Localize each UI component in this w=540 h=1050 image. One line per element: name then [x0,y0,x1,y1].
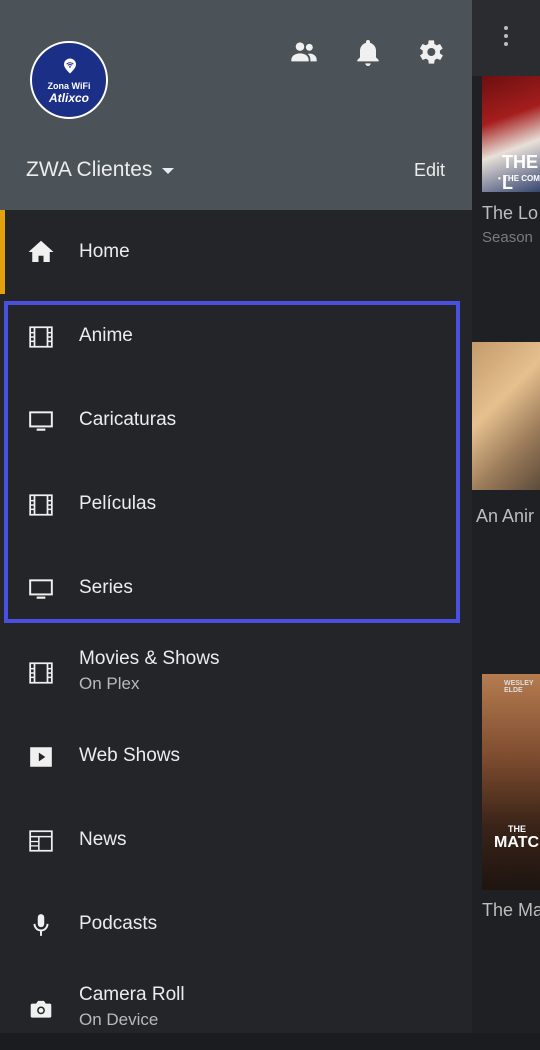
film-icon [29,494,53,516]
bell-icon[interactable] [352,36,384,68]
nav-item-sublabel: On Plex [79,674,140,693]
card-title: The Ma [482,900,540,920]
nav-item-label: Camera Roll [79,984,185,1005]
film-icon [29,326,53,348]
poster-title-text: MATCH [494,834,540,851]
account-switcher[interactable]: ZWA Clientes [26,158,175,182]
nav-item-label: Anime [79,325,133,346]
card-title: The Lo [482,203,539,223]
nav-item-home[interactable]: Home [0,210,472,294]
microphone-icon [33,914,49,936]
poster-subtitle-text: • THE COMP [498,174,540,183]
nav-item-movies-shows[interactable]: Movies & Shows On Plex [0,630,472,714]
edit-button[interactable]: Edit [414,160,445,181]
film-icon [29,662,53,684]
account-logo[interactable]: Zona WiFi Atlixco [30,41,108,119]
camera-icon [30,1000,52,1018]
nav-item-podcasts[interactable]: Podcasts [0,882,472,966]
nav-item-caricaturas[interactable]: Caricaturas [0,378,472,462]
nav-item-sublabel: On Device [79,1010,159,1029]
home-icon [28,240,54,262]
background-library: THE L • THE COMP The Lo Season An Anir W… [472,0,540,1033]
nav-item-label: Series [79,577,133,598]
nav-item-web-shows[interactable]: Web Shows [0,714,472,798]
logo-text-line2: Atlixco [48,91,89,105]
nav-item-camera-roll[interactable]: Camera Roll On Device [0,966,472,1050]
nav-item-label: Podcasts [79,913,158,934]
navigation-drawer: Zona WiFi Atlixco ZWA Clientes Edit Home… [0,0,472,1033]
tv-icon [29,411,53,431]
poster-card[interactable]: WESLEY ELDE THE MATCH [482,674,540,890]
more-options-icon[interactable] [504,26,510,50]
nav-item-label: News [79,829,127,850]
poster-card[interactable] [472,342,540,490]
poster-title-text: THE [508,824,526,834]
nav-item-label: Movies & Shows [79,648,220,669]
nav-item-series[interactable]: Series [0,546,472,630]
poster-credit-text: WESLEY ELDE [504,680,534,694]
background-toolbar [472,0,540,76]
play-box-icon [30,747,52,767]
nav-item-anime[interactable]: Anime [0,294,472,378]
nav-item-peliculas[interactable]: Películas [0,462,472,546]
poster-title-text: THE L [502,152,538,193]
card-subtitle: Season [482,229,533,246]
people-icon[interactable] [288,36,320,68]
logo-text-line1: Zona WiFi [47,81,91,91]
card-title: An Anir [476,506,535,526]
drawer-header: Zona WiFi Atlixco ZWA Clientes Edit [0,0,472,210]
nav-item-news[interactable]: News [0,798,472,882]
nav-item-label: Caricaturas [79,409,177,430]
wifi-icon [64,58,76,74]
nav-item-label: Películas [79,493,157,514]
nav-item-label: Home [79,241,130,262]
dropdown-caret-icon [162,168,175,174]
gear-icon[interactable] [414,36,446,68]
account-name: ZWA Clientes [26,158,153,181]
nav-item-label: Web Shows [79,745,181,766]
poster-card[interactable]: THE L • THE COMP [482,76,540,193]
newspaper-icon [29,830,53,852]
tv-icon [29,579,53,599]
